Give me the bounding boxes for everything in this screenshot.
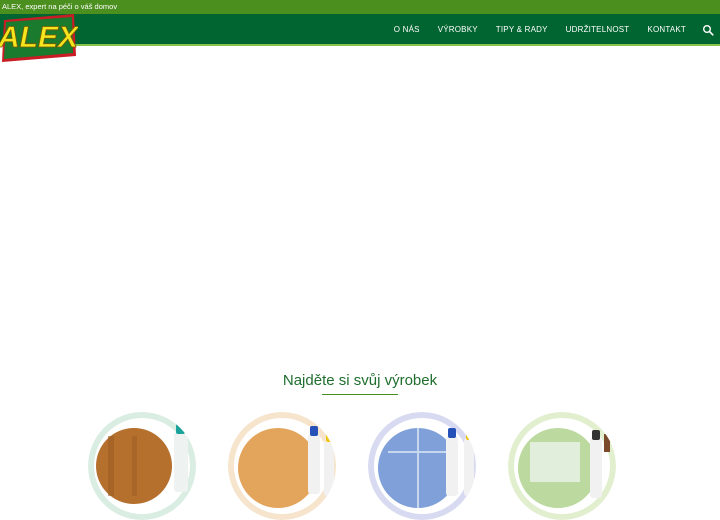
glass-cleaner-icon xyxy=(508,412,616,520)
category-tiles[interactable] xyxy=(368,412,476,520)
top-bar: ALEX, expert na péči o váš domov xyxy=(0,0,720,14)
nav-item-udrzitelnost[interactable]: UDRŽITELNOST xyxy=(566,25,630,34)
laminate-cleaner-icon xyxy=(228,412,336,520)
products-title: Najděte si svůj výrobek xyxy=(282,372,438,389)
category-glass[interactable] xyxy=(508,412,616,520)
alex-logo[interactable]: ALEX xyxy=(0,12,80,66)
tile-cleaner-icon xyxy=(368,412,476,520)
nav-item-vyrobky[interactable]: VÝROBKY xyxy=(438,25,478,34)
nav-item-tipy-rady[interactable]: TIPY & RADY xyxy=(496,25,548,34)
category-laminate[interactable] xyxy=(228,412,336,520)
product-categories xyxy=(0,412,720,520)
nav-item-o-nas[interactable]: O NÁS xyxy=(394,25,420,34)
category-wood-floor[interactable] xyxy=(88,412,196,520)
nav-item-kontakt[interactable]: KONTAKT xyxy=(647,25,686,34)
tagline: ALEX, expert na péči o váš domov xyxy=(2,2,118,11)
logo-text: ALEX xyxy=(0,21,78,54)
hero-area xyxy=(0,46,720,356)
search-icon[interactable] xyxy=(702,23,714,36)
nav-menu: O NÁS VÝROBKY TIPY & RADY UDRŽITELNOST K… xyxy=(376,14,714,44)
wood-floor-cleaner-icon xyxy=(88,412,196,520)
title-underline xyxy=(322,394,398,395)
